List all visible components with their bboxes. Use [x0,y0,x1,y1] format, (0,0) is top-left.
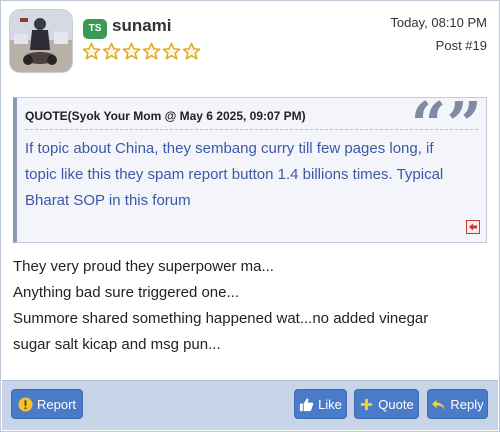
warning-icon [18,396,33,412]
message-line: Anything bad sure triggered one... [13,284,239,301]
avatar-image [10,10,72,72]
quote-button[interactable]: Quote [354,389,419,419]
thumbs-up-icon [300,397,314,411]
post-timestamp: Today, 08:10 PM [390,15,487,30]
message-line: They very proud they superpower ma... [13,258,274,275]
report-label: Report [36,396,77,412]
reply-arrow-icon [432,399,445,410]
user-group-badge: TS [83,19,107,39]
star-outline-icon [82,42,101,60]
reply-label: Reply [450,396,484,412]
quote-line: topic like this they spam report button … [25,166,444,183]
user-rating-stars [82,42,201,61]
quote-line: Bharat SOP in this forum [25,192,191,209]
username-link[interactable]: sunami [112,16,172,36]
quote-text: If topic about China, they sembang curry… [25,136,475,214]
post-number-link[interactable]: Post #19 [436,38,487,53]
reply-button[interactable]: Reply [427,389,488,419]
report-button[interactable]: Report [11,389,83,419]
quote-line: If topic about China, they sembang curry… [25,140,434,157]
quote-header: QUOTE(Syok Your Mom @ May 6 2025, 09:07 … [25,109,306,123]
post-message: They very proud they superpower ma... An… [13,254,489,358]
star-outline-icon [142,42,161,60]
forum-post: TS sunami Today, 08:10 PM Post #19 QUOTE… [0,0,500,432]
message-line: Summore shared something happened wat...… [13,310,429,327]
star-outline-icon [122,42,141,60]
plus-icon [361,398,373,410]
quote-divider [25,129,478,130]
message-line: sugar salt kicap and msg pun... [13,336,221,353]
post-action-bar: Report Like Quote Reply [2,380,498,430]
back-to-source-icon[interactable] [466,220,480,234]
avatar[interactable] [10,10,72,72]
like-label: Like [318,396,342,412]
quote-block: QUOTE(Syok Your Mom @ May 6 2025, 09:07 … [13,94,487,243]
quote-label: Quote [378,396,414,412]
like-button[interactable]: Like [294,389,347,419]
star-outline-icon [182,42,201,60]
star-outline-icon [102,42,121,60]
star-outline-icon [162,42,181,60]
